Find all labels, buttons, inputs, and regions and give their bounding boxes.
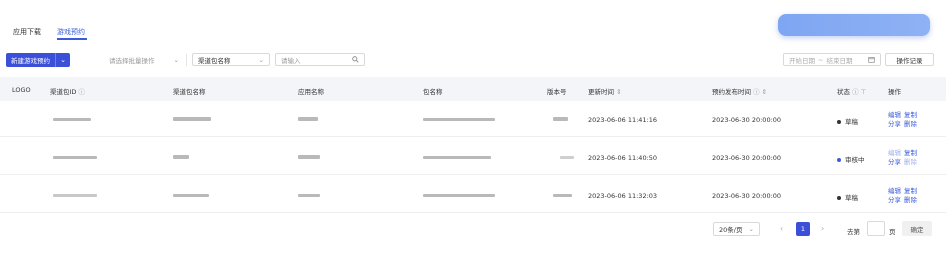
row-actions: 编辑 复制 分享 删除 — [888, 149, 938, 167]
status-badge: 草稿 — [837, 116, 858, 126]
prev-page-icon[interactable]: ‹ — [780, 224, 783, 233]
search-input[interactable]: 请输入 — [275, 53, 365, 66]
new-reservation-label: 新建游戏预约 — [11, 57, 50, 65]
header-package-name: 包名称 — [423, 88, 443, 96]
goto-page-input[interactable] — [867, 221, 885, 236]
status-dot — [837, 120, 841, 124]
blurred-channel-id — [53, 118, 91, 121]
release-time: 2023-06-30 20:00:00 — [712, 154, 782, 162]
batch-action-placeholder: 请选择批量操作 — [109, 56, 155, 65]
page-size-value: 20条/页 — [719, 226, 743, 234]
status-dot — [837, 158, 841, 162]
delete-link[interactable]: 删除 — [904, 120, 917, 128]
filter-icon[interactable]: ⊤ — [861, 88, 867, 96]
next-page-icon[interactable]: › — [821, 224, 824, 233]
date-range-picker[interactable]: 开始日期 ~ 结束日期 — [783, 53, 881, 66]
help-icon[interactable]: ⓘ — [79, 88, 86, 96]
chevron-down-icon: ⌄ — [748, 225, 754, 233]
blurred-app-name — [298, 194, 320, 197]
share-link[interactable]: 分享 — [888, 158, 901, 166]
chevron-down-icon[interactable]: ⌄ — [56, 56, 70, 64]
help-icon[interactable]: ⓘ — [852, 88, 859, 96]
blurred-version — [560, 156, 574, 159]
row-divider — [0, 212, 946, 213]
confirm-page-button[interactable]: 确定 — [902, 221, 932, 236]
active-tab-indicator — [57, 38, 87, 40]
search-placeholder: 请输入 — [281, 56, 301, 65]
row-divider — [0, 174, 946, 175]
blurred-package-name — [423, 156, 491, 159]
notification-toast — [778, 14, 930, 36]
blurred-channel-id — [53, 194, 97, 197]
blurred-package-name — [423, 194, 495, 197]
tab-app-download[interactable]: 应用下载 — [13, 27, 41, 37]
blurred-channel-id — [53, 156, 97, 159]
calendar-icon — [868, 57, 875, 63]
chevron-down-icon: ⌄ — [173, 55, 179, 64]
updated-time: 2023-06-06 11:40:50 — [588, 154, 658, 162]
new-reservation-button[interactable]: 新建游戏预约 ⌄ — [6, 53, 70, 67]
chevron-down-icon: ⌄ — [258, 55, 264, 64]
table-header — [0, 77, 946, 101]
header-release-time[interactable]: 预约发布时间 ⓘ ⇕ — [712, 86, 767, 96]
blurred-package-name — [423, 118, 495, 121]
page-1-button[interactable]: 1 — [796, 222, 810, 236]
release-time: 2023-06-30 20:00:00 — [712, 192, 782, 200]
date-end: 结束日期 — [826, 56, 853, 65]
delete-link[interactable]: 删除 — [904, 196, 917, 204]
sort-icon[interactable]: ⇕ — [616, 88, 621, 96]
status-dot — [837, 196, 841, 200]
copy-link[interactable]: 复制 — [904, 111, 917, 119]
header-channel-id: 渠道包ID ⓘ — [50, 88, 86, 96]
status-badge: 审核中 — [837, 154, 865, 164]
blurred-channel-name — [173, 155, 189, 159]
blurred-channel-name — [173, 117, 211, 121]
filter-field-select[interactable]: 渠道包名称 ⌄ — [192, 53, 270, 66]
page-suffix: 页 — [889, 228, 896, 236]
header-logo: LOGO — [12, 86, 31, 94]
header-operations: 操作 — [888, 88, 901, 96]
row-actions: 编辑 复制 分享 删除 — [888, 111, 938, 129]
blurred-app-name — [298, 155, 320, 159]
help-icon[interactable]: ⓘ — [753, 88, 760, 96]
share-link[interactable]: 分享 — [888, 120, 901, 128]
header-status[interactable]: 状态 ⓘ ⊤ — [837, 86, 866, 96]
header-version: 版本号 — [547, 88, 567, 96]
header-updated[interactable]: 更新时间 ⇕ — [588, 86, 622, 96]
edit-link[interactable]: 编辑 — [888, 111, 901, 119]
edit-link[interactable]: 编辑 — [888, 149, 901, 157]
share-link[interactable]: 分享 — [888, 196, 901, 204]
batch-action-select[interactable]: 请选择批量操作 ⌄ — [104, 53, 184, 66]
delete-link[interactable]: 删除 — [904, 158, 917, 166]
operation-log-button[interactable]: 操作记录 — [885, 53, 934, 66]
copy-link[interactable]: 复制 — [904, 187, 917, 195]
row-divider — [0, 136, 946, 137]
blurred-version — [553, 194, 572, 197]
updated-time: 2023-06-06 11:32:03 — [588, 192, 658, 200]
status-badge: 草稿 — [837, 192, 858, 202]
page-size-select[interactable]: 20条/页 ⌄ — [713, 222, 760, 236]
header-app-name: 应用名称 — [298, 88, 324, 96]
search-icon — [352, 56, 359, 63]
release-time: 2023-06-30 20:00:00 — [712, 116, 782, 124]
goto-label: 去第 — [847, 228, 860, 236]
blurred-version — [553, 117, 568, 121]
tab-game-reservation[interactable]: 游戏预约 — [57, 27, 85, 37]
header-channel-name: 渠道包名称 — [173, 88, 206, 96]
blurred-app-name — [298, 117, 318, 121]
date-start: 开始日期 — [789, 56, 815, 65]
blurred-channel-name — [173, 194, 209, 197]
toolbar-divider — [186, 54, 187, 66]
filter-field-value: 渠道包名称 — [198, 56, 231, 65]
edit-link[interactable]: 编辑 — [888, 187, 901, 195]
row-actions: 编辑 复制 分享 删除 — [888, 187, 938, 205]
copy-link[interactable]: 复制 — [904, 149, 917, 157]
date-separator: ~ — [818, 55, 824, 64]
sort-icon[interactable]: ⇕ — [762, 88, 767, 96]
updated-time: 2023-06-06 11:41:16 — [588, 116, 658, 124]
